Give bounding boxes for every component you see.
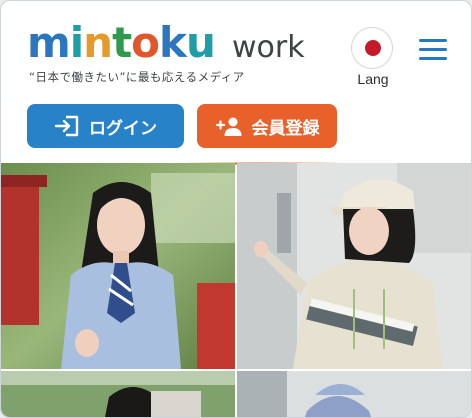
logo-suffix: work [232, 30, 305, 65]
menu-bar [419, 57, 447, 60]
logo-wordmark: mintoku [27, 18, 216, 67]
logo-letter: i [69, 18, 84, 67]
logo-letter: m [27, 18, 71, 67]
app-frame: mintoku work “日本で働きたい”に最も応えるメディア Lang ログ… [0, 0, 472, 418]
hero-photo-student [1, 163, 235, 369]
student-photo-image [1, 163, 235, 369]
photo-tile-3-image [1, 371, 235, 417]
japan-flag-icon [351, 27, 393, 69]
login-label: ログイン [89, 118, 157, 138]
logo-letter: n [83, 18, 113, 67]
menu-icon[interactable] [419, 39, 447, 61]
menu-bar [419, 39, 447, 42]
logo-letter: o [131, 18, 160, 67]
add-user-icon [215, 117, 241, 136]
login-icon [54, 115, 79, 137]
site-logo[interactable]: mintoku work “日本で働きたい”に最も応えるメディア [27, 21, 327, 91]
lang-label: Lang [357, 71, 389, 87]
language-selector[interactable]: Lang [349, 27, 397, 93]
register-label: 会員登録 [251, 118, 320, 138]
photo-tile-4-image [237, 371, 471, 417]
tagline: “日本で働きたい”に最も応えるメディア [29, 70, 245, 84]
photo-tile-4 [237, 371, 471, 417]
logo-letter: k [159, 18, 187, 67]
photo-tile-3 [1, 371, 235, 417]
register-button[interactable]: 会員登録 [197, 104, 337, 148]
logo-letter: u [185, 18, 216, 67]
worker-photo-image [237, 163, 471, 369]
logo-letter: t [112, 18, 132, 67]
menu-bar [419, 48, 447, 51]
login-button[interactable]: ログイン [27, 104, 184, 148]
flag-sun [365, 40, 381, 56]
hero-photo-worker [237, 163, 471, 369]
